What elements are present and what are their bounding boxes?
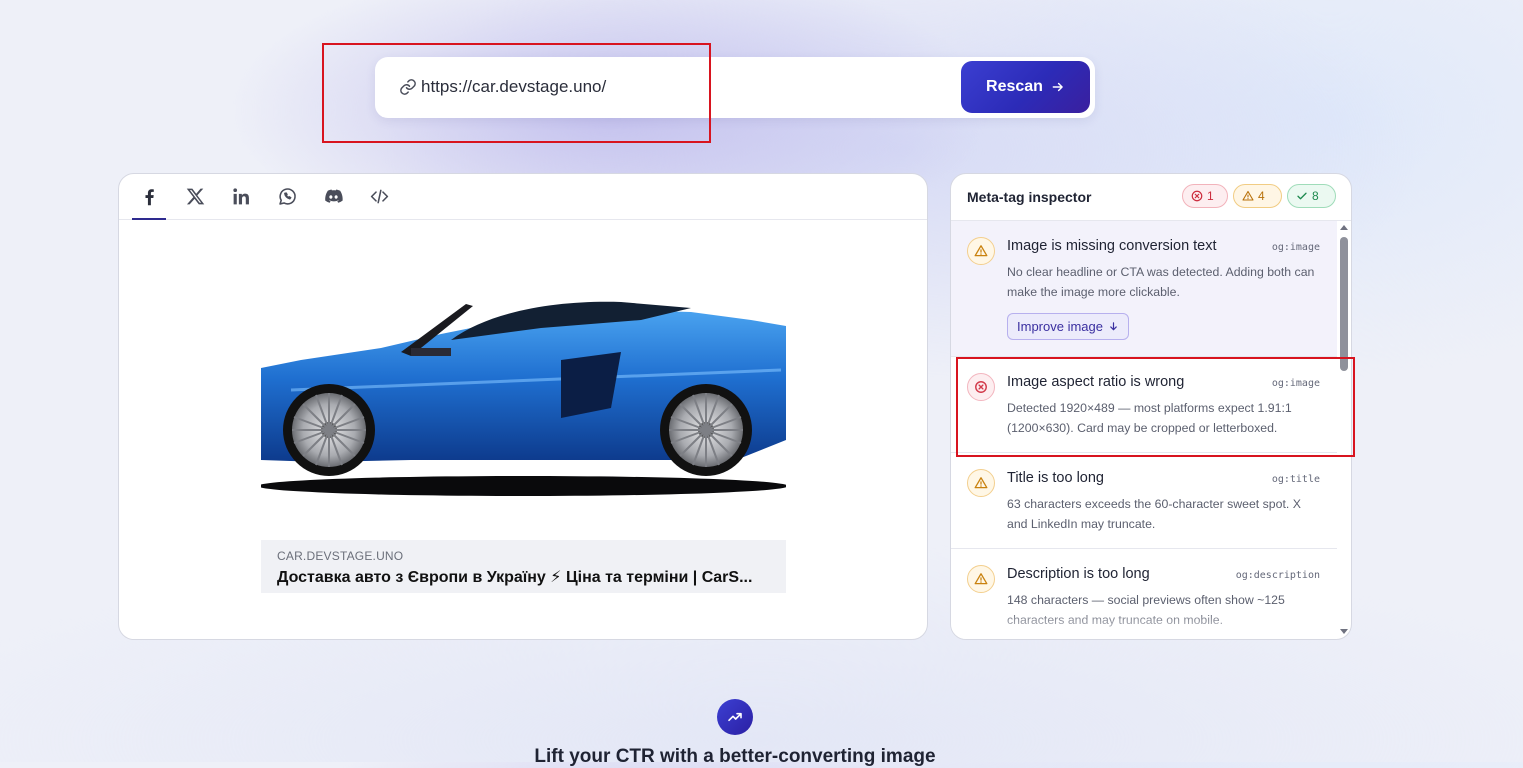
issue-tag: og:description [1235, 570, 1320, 581]
improve-image-label: Improve image [1017, 319, 1103, 334]
scroll-down-arrow-icon[interactable] [1340, 629, 1348, 634]
x-icon [186, 188, 204, 205]
url-input[interactable] [421, 75, 941, 99]
tab-whatsapp[interactable] [270, 174, 304, 219]
url-bar: Rescan [375, 57, 1095, 118]
tab-linkedin[interactable] [224, 174, 258, 219]
inspector-scrollbar[interactable] [1338, 221, 1351, 639]
issue-description-too-long[interactable]: Description is too long og:description 1… [951, 549, 1337, 639]
warning-triangle-icon [1242, 190, 1254, 201]
link-icon [400, 79, 416, 95]
issue-description: No clear headline or CTA was detected. A… [1007, 265, 1315, 299]
error-circle-icon [1191, 190, 1203, 202]
issue-title: Description is too long [1007, 566, 1150, 582]
issue-severity-indicator [967, 469, 995, 497]
rescan-label: Rescan [986, 78, 1043, 95]
warning-count-badge[interactable]: 4 [1233, 184, 1282, 208]
platform-tabs [119, 174, 927, 220]
scroll-thumb[interactable] [1340, 237, 1348, 371]
issue-title: Image aspect ratio is wrong [1007, 374, 1185, 390]
error-count: 1 [1207, 189, 1214, 203]
issue-missing-conversion-text[interactable]: Image is missing conversion text og:imag… [951, 221, 1337, 357]
front-wheel [283, 384, 375, 476]
issue-tag: og:image [1271, 242, 1320, 253]
issue-aspect-ratio[interactable]: Image aspect ratio is wrong og:image Det… [951, 357, 1337, 453]
arrow-down-icon [1110, 322, 1117, 331]
og-card-title: Доставка авто з Європи в Україну ⚡ Ціна … [277, 569, 753, 586]
warning-triangle-icon [974, 573, 988, 585]
issue-tag: og:title [1271, 474, 1320, 485]
issue-severity-indicator [967, 237, 995, 265]
error-count-badge[interactable]: 1 [1182, 184, 1228, 208]
issue-description: 148 characters — social previews often s… [1007, 593, 1285, 627]
issue-title: Title is too long [1007, 470, 1104, 486]
scroll-up-arrow-icon[interactable] [1340, 225, 1348, 230]
meta-tag-inspector: Meta-tag inspector 1 4 8 Image is missin… [950, 173, 1352, 640]
passed-count: 8 [1312, 189, 1319, 203]
issue-title: Image is missing conversion text [1007, 238, 1217, 254]
tab-code[interactable] [362, 174, 396, 219]
issue-description: 63 characters exceeds the 60-character s… [1007, 497, 1301, 531]
rescan-button[interactable]: Rescan [961, 61, 1090, 113]
tab-discord[interactable] [316, 174, 350, 219]
tab-facebook[interactable] [132, 174, 166, 220]
ctr-heading: Lift your CTR with a better-converting i… [534, 746, 936, 767]
passed-count-badge[interactable]: 8 [1287, 184, 1336, 208]
og-card-domain: CAR.DEVSTAGE.UNO [277, 549, 404, 563]
trending-up-badge [717, 699, 753, 735]
trending-up-icon [728, 712, 742, 722]
inspector-title: Meta-tag inspector [967, 189, 1092, 205]
check-icon [1297, 192, 1307, 200]
issue-severity-indicator [967, 373, 995, 401]
warning-triangle-icon [974, 245, 988, 257]
facebook-icon [144, 189, 154, 206]
arrow-right-icon [1052, 82, 1063, 92]
discord-icon [324, 189, 343, 203]
inspector-header: Meta-tag inspector 1 4 8 [951, 174, 1351, 221]
warning-triangle-icon [974, 477, 988, 489]
error-circle-icon [975, 381, 987, 393]
og-card[interactable]: CAR.DEVSTAGE.UNO Доставка авто з Європи … [261, 540, 786, 593]
warning-count: 4 [1258, 189, 1265, 203]
whatsapp-icon [278, 188, 296, 205]
linkedin-icon [232, 188, 249, 205]
improve-image-button[interactable]: Improve image [1007, 313, 1129, 340]
og-image-car [261, 301, 786, 496]
issue-title-too-long[interactable]: Title is too long og:title 63 characters… [951, 453, 1337, 549]
issues-list: Image is missing conversion text og:imag… [951, 221, 1337, 639]
tab-x[interactable] [178, 174, 212, 219]
issue-tag: og:image [1271, 378, 1320, 389]
rear-wheel [660, 384, 752, 476]
preview-panel: CAR.DEVSTAGE.UNO Доставка авто з Європи … [118, 173, 928, 640]
issue-severity-indicator [967, 565, 995, 593]
issue-description: Detected 1920×489 — most platforms expec… [1007, 401, 1292, 435]
code-icon [370, 189, 388, 204]
